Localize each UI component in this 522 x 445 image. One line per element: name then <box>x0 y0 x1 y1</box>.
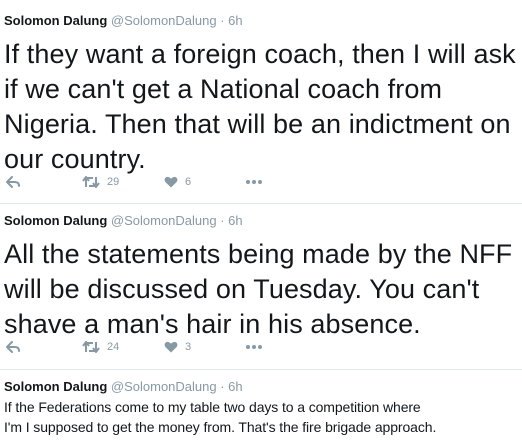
tweet-header: Solomon Dalung @SolomonDalung · 6h <box>4 213 522 229</box>
tweet-text: If they want a foreign coach, then I wil… <box>4 39 516 174</box>
reply-button[interactable] <box>6 337 20 357</box>
tweet-header: Solomon Dalung @SolomonDalung · 6h <box>4 379 522 395</box>
tweet-divider <box>0 369 522 370</box>
tweet-text-line: If the Federations come to my table two … <box>4 399 421 415</box>
tweet[interactable]: Solomon Dalung @SolomonDalung · 6h If th… <box>0 13 522 177</box>
tweet-timestamp[interactable]: · 6h <box>220 213 242 228</box>
retweet-button[interactable]: 29 <box>82 172 119 192</box>
heart-icon <box>164 341 178 353</box>
tweet-timestamp[interactable]: · 6h <box>220 13 242 28</box>
tweet-divider <box>0 203 522 204</box>
author-handle[interactable]: @SolomonDalung <box>111 379 217 394</box>
like-count: 6 <box>185 176 192 188</box>
author-name[interactable]: Solomon Dalung <box>4 379 107 394</box>
reply-button[interactable] <box>6 172 20 192</box>
tweet-header: Solomon Dalung @SolomonDalung · 6h <box>4 13 522 29</box>
author-name[interactable]: Solomon Dalung <box>4 13 107 28</box>
tweet-timestamp[interactable]: · 6h <box>220 379 242 394</box>
more-button[interactable] <box>246 172 262 192</box>
tweet-text: If the Federations come to my table two … <box>4 397 522 437</box>
heart-icon <box>164 176 178 188</box>
author-name[interactable]: Solomon Dalung <box>4 213 107 228</box>
tweet-text-line: I'm I supposed to get the money from. Th… <box>4 419 437 435</box>
tweet-text: All the statements being made by the NFF… <box>4 239 513 339</box>
tweet[interactable]: Solomon Dalung @SolomonDalung · 6h All t… <box>0 213 522 342</box>
author-handle[interactable]: @SolomonDalung <box>111 213 217 228</box>
retweet-count: 24 <box>107 341 120 353</box>
more-icon <box>246 345 262 349</box>
reply-icon <box>6 176 20 188</box>
author-handle[interactable]: @SolomonDalung <box>111 13 217 28</box>
retweet-icon <box>82 176 100 188</box>
tweet[interactable]: Solomon Dalung @SolomonDalung · 6h If th… <box>0 379 522 437</box>
retweet-icon <box>82 341 100 353</box>
like-count: 3 <box>185 341 192 353</box>
retweet-count: 29 <box>107 176 120 188</box>
like-button[interactable]: 3 <box>164 337 191 357</box>
more-icon <box>246 180 262 184</box>
like-button[interactable]: 6 <box>164 172 191 192</box>
reply-icon <box>6 341 20 353</box>
more-button[interactable] <box>246 337 262 357</box>
retweet-button[interactable]: 24 <box>82 337 119 357</box>
